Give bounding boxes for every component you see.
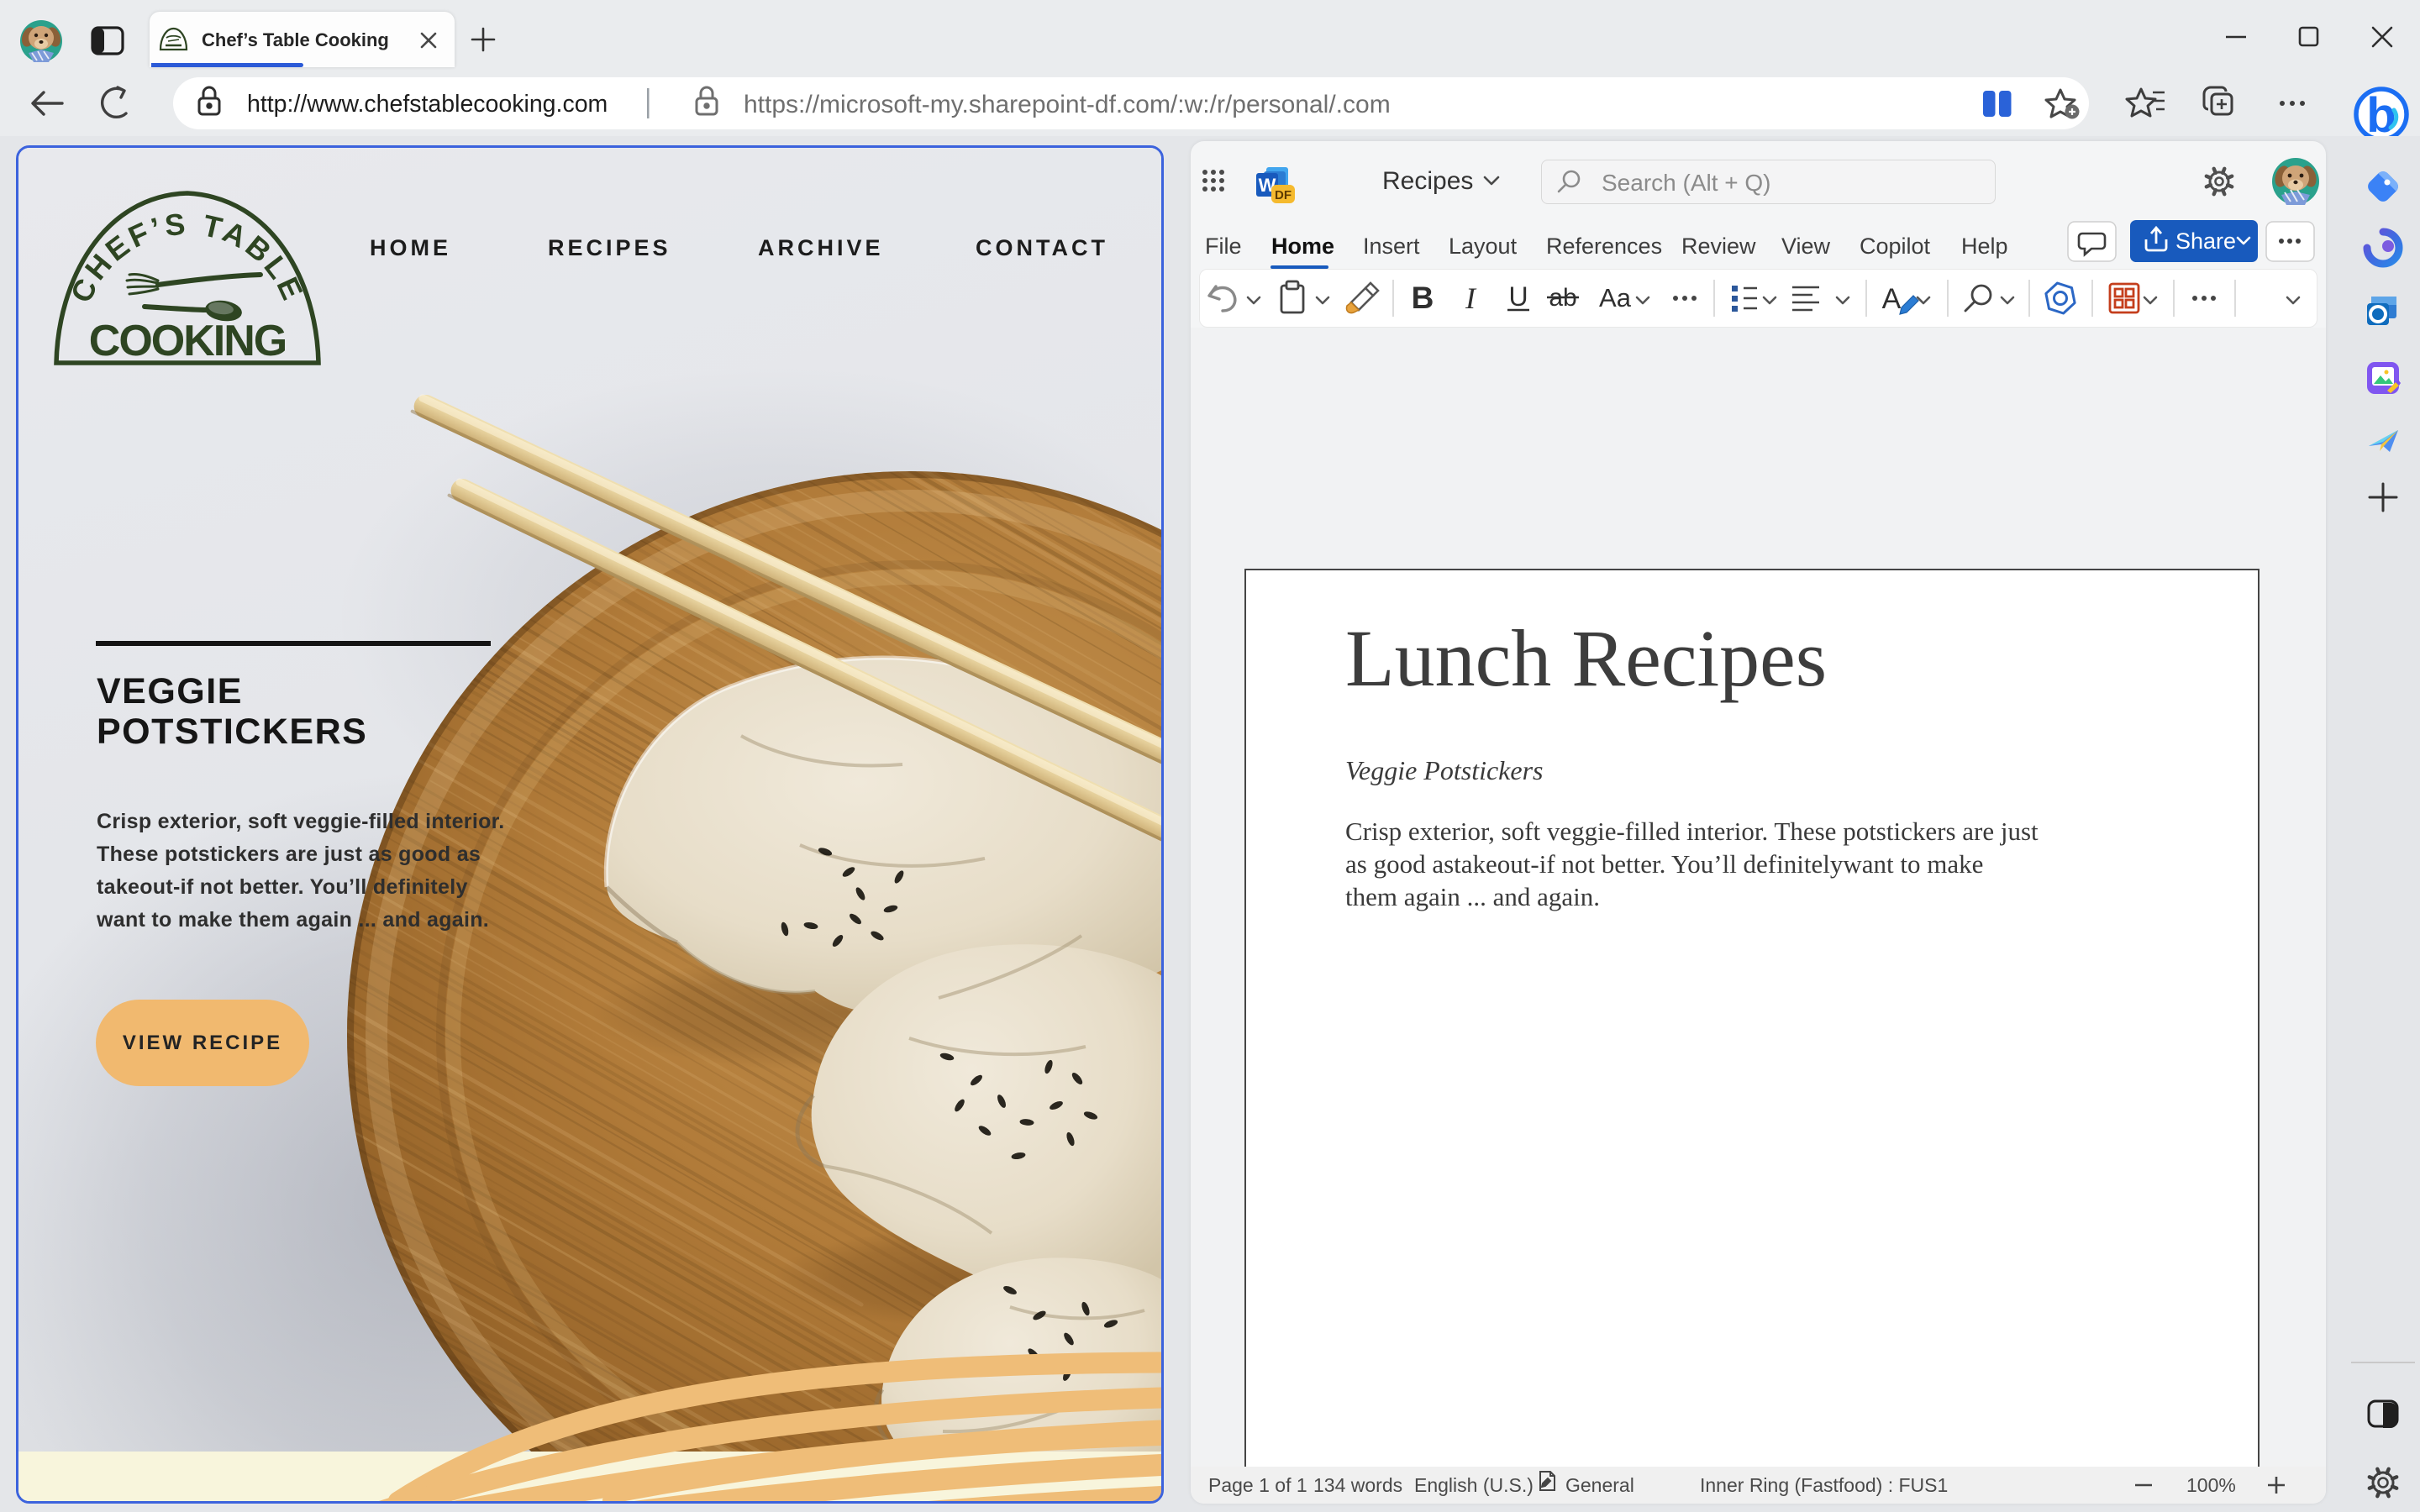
svg-text:Aa: Aa [1599, 283, 1632, 312]
svg-text:U: U [1508, 281, 1528, 312]
svg-text:B: B [1412, 281, 1434, 315]
svg-text:DF: DF [1275, 188, 1292, 202]
svg-text:I: I [1465, 281, 1477, 315]
svg-text:CHEF’S TABLE: CHEF’S TABLE [64, 206, 312, 307]
svg-text:A: A [1882, 283, 1902, 315]
svg-text:Share: Share [2175, 228, 2236, 254]
svg-text:COOKING: COOKING [89, 317, 286, 365]
